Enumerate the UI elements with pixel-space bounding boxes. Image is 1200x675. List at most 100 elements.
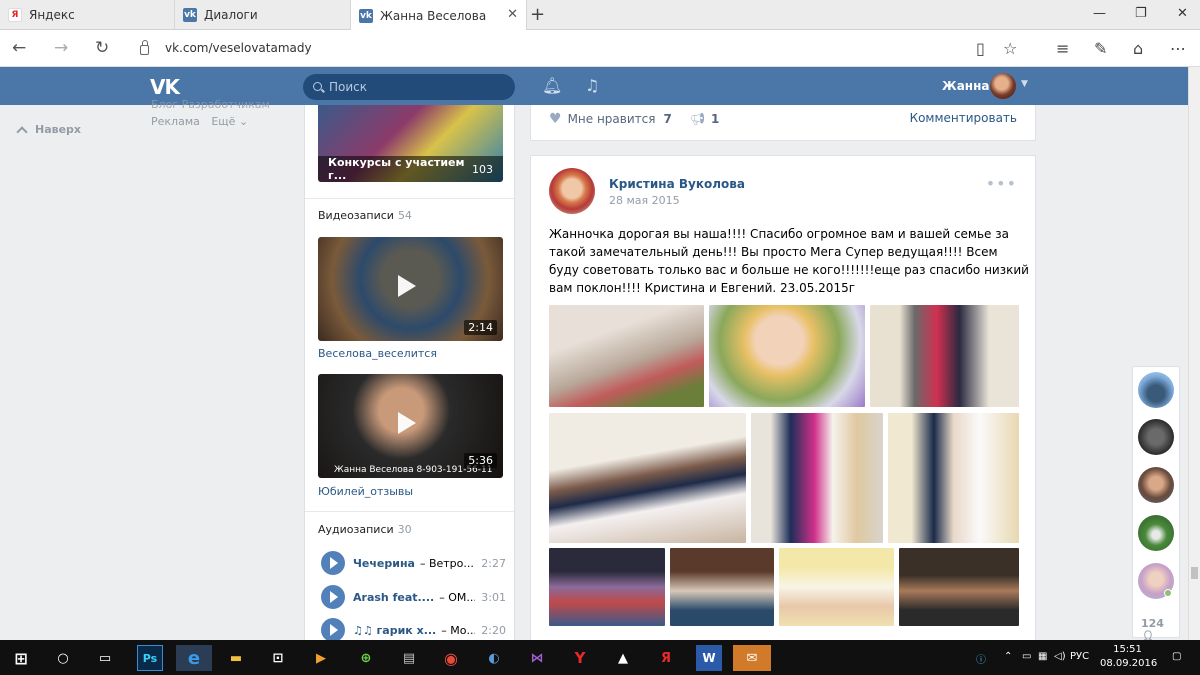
video-thumbnail[interactable]: Жанна Веселова 8-903-191-56-11 5:36 [318,374,503,478]
avatar[interactable] [1138,515,1174,551]
user-name[interactable]: Жанна [942,79,989,93]
post-photo[interactable] [888,413,1019,543]
videos-section-title[interactable]: Видеозаписи 54 [318,209,412,222]
play-icon[interactable] [321,551,345,575]
app-icon[interactable]: ◐ [481,645,507,671]
avatar[interactable] [1138,372,1174,408]
reading-view-icon[interactable]: ▯ [976,39,985,58]
post-photo[interactable] [899,548,1019,626]
language-indicator[interactable]: РУС [1070,651,1089,662]
search-input[interactable]: Поиск [303,74,515,100]
yandex-favicon-icon: Я [8,8,22,22]
post-photo[interactable] [549,305,704,407]
audio-item[interactable]: Чечерина – Ветро... 2:27 [321,551,506,575]
network-icon[interactable]: ▦ [1038,651,1047,662]
post-photo[interactable] [549,548,665,626]
tab-dialogs[interactable]: vk Диалоги [175,0,351,30]
minimize-icon[interactable]: — [1093,6,1106,21]
audio-artist[interactable]: Arash feat.... [353,591,434,604]
play-icon[interactable] [321,585,345,609]
heart-icon[interactable]: ♥ [549,111,562,127]
audio-item[interactable]: Arash feat.... – OM... 3:01 [321,585,506,609]
avatar[interactable] [549,168,595,214]
footer-links-top[interactable]: Блог Разработчикам [151,96,270,113]
share-megaphone-icon[interactable]: 📢︎ [690,112,705,126]
store-icon[interactable]: ⊡ [265,645,291,671]
word-icon[interactable]: W [696,645,722,671]
chevron-up-icon[interactable]: ⌃ [1004,651,1012,662]
yandex-browser-icon[interactable]: Y [567,645,593,671]
web-note-icon[interactable]: ✎ [1094,39,1107,58]
audio-title: – OM... [439,590,476,604]
avatar[interactable] [990,73,1016,99]
app-icon[interactable]: ▤ [396,645,422,671]
music-icon[interactable]: ♫ [585,76,599,95]
play-icon[interactable] [321,618,345,642]
album-thumbnail[interactable]: Конкурсы с участием г... 103 [318,105,503,182]
avatar[interactable] [1138,467,1174,503]
close-tab-icon[interactable]: ✕ [507,7,518,22]
post-author[interactable]: Кристина Вуколова [609,177,745,191]
post-photo[interactable] [549,413,746,543]
new-tab-button[interactable]: + [530,4,545,25]
tab-zhanna-veselova[interactable]: vk Жанна Веселова ✕ [351,0,527,31]
chrome-icon[interactable]: ◉ [438,645,464,671]
share-icon[interactable]: ⌂ [1133,39,1143,58]
forward-arrow-icon[interactable]: → [54,38,68,58]
avatar[interactable] [1138,419,1174,455]
tab-yandex[interactable]: Я Яндекс [0,0,175,30]
video-title[interactable]: Юбилей_отзывы [318,485,413,498]
visual-studio-icon[interactable]: ⋈ [524,645,550,671]
more-link[interactable]: Ещё ⌄ [211,115,248,128]
audio-duration: 2:20 [481,623,506,637]
comment-button[interactable]: Комментировать [910,111,1017,125]
bell-icon[interactable]: 🔔︎ [542,76,562,95]
page-scrollbar[interactable] [1188,67,1200,640]
maximize-icon[interactable]: ❐ [1135,6,1147,21]
back-arrow-icon[interactable]: ← [12,38,26,58]
favorite-star-icon[interactable]: ☆ [1003,39,1017,58]
post-photo[interactable] [751,413,883,543]
refresh-icon[interactable]: ↻ [95,38,109,58]
scroll-up-button[interactable]: Наверх [16,123,81,138]
scrollbar-thumb[interactable] [1191,567,1198,579]
video-title[interactable]: Веселова_веселится [318,347,437,360]
like-button[interactable]: Мне нравится [568,112,656,126]
system-clock[interactable]: 15:51 08.09.2016 [1100,643,1157,671]
photos-icon[interactable]: ▲ [610,645,636,671]
audio-artist[interactable]: Чечерина [353,557,415,570]
media-player-icon[interactable]: ▶ [308,645,334,671]
hub-icon[interactable]: ≡ [1056,39,1069,58]
edge-browser-icon[interactable]: e [176,645,212,671]
file-explorer-icon[interactable]: ▬ [223,645,249,671]
notification-info-icon[interactable]: ⓘ [976,651,986,666]
audio-item[interactable]: ♫♫ гарик х... – Мо... 2:20 [321,618,506,642]
share-count: 1 [711,112,720,126]
post-photo[interactable] [779,548,894,626]
friends-online-panel: 124 👤︎ [1132,366,1180,643]
search-icon[interactable]: ○ [50,645,76,671]
audio-artist[interactable]: ♫♫ гарик х... [353,624,436,637]
close-window-icon[interactable]: ✕ [1177,6,1188,21]
more-icon[interactable]: ••• [986,174,1017,193]
post-photo[interactable] [709,305,865,407]
battery-icon[interactable]: ▭ [1022,651,1031,662]
task-view-icon[interactable]: ▭ [92,645,118,671]
more-icon[interactable]: ⋯ [1170,39,1186,58]
app-icon[interactable]: ✉ [733,645,771,671]
like-count: 7 [663,112,672,126]
photoshop-icon[interactable]: Ps [137,645,163,671]
ads-link[interactable]: Реклама [151,115,200,128]
url-field[interactable]: vk.com/veselovatamady [140,36,960,60]
post-date[interactable]: 28 мая 2015 [609,194,680,207]
windows-start-icon[interactable]: ⊞ [8,645,34,671]
post-photo[interactable] [670,548,774,626]
video-thumbnail[interactable]: 2:14 [318,237,503,341]
chevron-down-icon[interactable]: ▼ [1021,79,1028,89]
yandex-icon[interactable]: Я [653,645,679,671]
post-photo[interactable] [870,305,1019,407]
volume-icon[interactable]: ◁) [1054,651,1066,662]
audio-section-title[interactable]: Аудиозаписи 30 [318,523,412,536]
notifications-icon[interactable]: ▢ [1172,651,1181,662]
app-icon[interactable]: ⊕ [353,645,379,671]
